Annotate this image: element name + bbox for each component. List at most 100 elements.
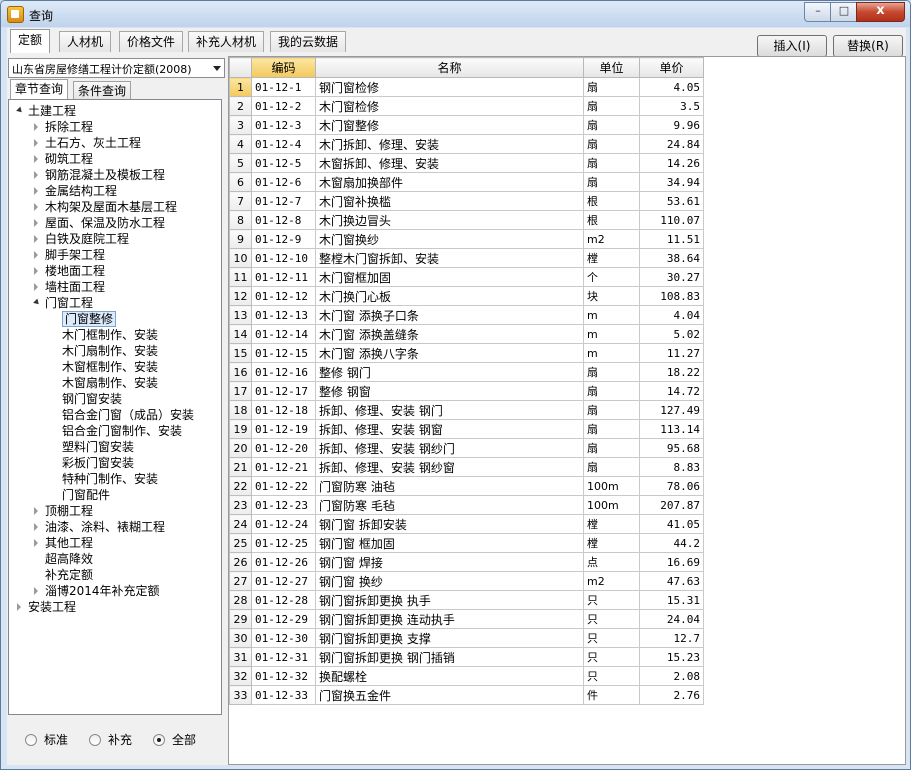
cell-name[interactable]: 木门窗检修	[315, 96, 584, 116]
tab-condition-query[interactable]: 条件查询	[73, 81, 132, 100]
cell-name[interactable]: 木门换门心板	[315, 286, 584, 306]
table-row[interactable]: 7 01-12-7 木门窗补换槛根 53.61	[229, 191, 704, 211]
cell-price[interactable]: 15.31	[639, 590, 704, 610]
cell-unit[interactable]: 只	[583, 590, 640, 610]
tree-item[interactable]: 彩板门窗安装	[51, 455, 134, 471]
row-index[interactable]: 21	[229, 457, 252, 477]
table-row[interactable]: 8 01-12-8 木门换边冒头根 110.07	[229, 210, 704, 230]
cell-price[interactable]: 78.06	[639, 476, 704, 496]
cell-code[interactable]: 01-12-2	[251, 96, 316, 116]
table-row[interactable]: 11 01-12-11 木门窗框加固个 30.27	[229, 267, 704, 287]
cell-price[interactable]: 3.5	[639, 96, 704, 116]
cell-unit[interactable]: 点	[583, 552, 640, 572]
expanded-arrow-icon[interactable]	[33, 298, 41, 307]
row-index[interactable]: 3	[229, 115, 252, 135]
cell-name[interactable]: 木门窗换纱	[315, 229, 584, 249]
tab-labor-material-machine[interactable]: 人材机	[59, 31, 112, 52]
tree-item[interactable]: 油漆、涂料、裱糊工程	[34, 519, 165, 535]
cell-code[interactable]: 01-12-8	[251, 210, 316, 230]
cell-name[interactable]: 拆卸、修理、安装 钢纱门	[315, 438, 584, 458]
table-row[interactable]: 23 01-12-23 门窗防寒 毛毡 100m 207.87	[229, 495, 704, 515]
cell-price[interactable]: 47.63	[639, 571, 704, 591]
row-index[interactable]: 33	[229, 685, 252, 705]
collapsed-arrow-icon[interactable]	[34, 235, 38, 243]
tree-item[interactable]: 钢门窗安装	[51, 391, 122, 407]
row-index[interactable]: 6	[229, 172, 252, 192]
tree-item[interactable]: 淄博2014年补充定额	[34, 583, 160, 599]
collapsed-arrow-icon[interactable]	[34, 283, 38, 291]
cell-code[interactable]: 01-12-33	[251, 685, 316, 705]
row-index[interactable]: 29	[229, 609, 252, 629]
row-index[interactable]: 9	[229, 229, 252, 249]
cell-unit[interactable]: 扇	[583, 438, 640, 458]
quota-library-select[interactable]: 山东省房屋修缮工程计价定额(2008)	[8, 58, 225, 78]
cell-name[interactable]: 整修 钢窗	[315, 381, 584, 401]
row-index[interactable]: 2	[229, 96, 252, 116]
tree-item[interactable]: 楼地面工程	[34, 263, 105, 279]
tree-item[interactable]: 拆除工程	[34, 119, 93, 135]
cell-code[interactable]: 01-12-32	[251, 666, 316, 686]
cell-unit[interactable]: 件	[583, 685, 640, 705]
cell-name[interactable]: 拆卸、修理、安装 钢纱窗	[315, 457, 584, 477]
cell-unit[interactable]: 只	[583, 628, 640, 648]
table-row[interactable]: 14 01-12-14 木门窗 添换盖缝条 m 5.02	[229, 324, 704, 344]
cell-unit[interactable]: m	[583, 324, 640, 344]
cell-unit[interactable]: 樘	[583, 533, 640, 553]
table-row[interactable]: 29 01-12-29 钢门窗拆卸更换 连动执手只 24.04	[229, 609, 704, 629]
cell-name[interactable]: 木门窗 添换子口条	[315, 305, 584, 325]
cell-price[interactable]: 2.08	[639, 666, 704, 686]
cell-price[interactable]: 24.04	[639, 609, 704, 629]
cell-name[interactable]: 木门换边冒头	[315, 210, 584, 230]
cell-code[interactable]: 01-12-3	[251, 115, 316, 135]
tree-item[interactable]: 土石方、灰土工程	[34, 135, 141, 151]
row-index[interactable]: 17	[229, 381, 252, 401]
insert-button[interactable]: 插入(I)	[757, 35, 827, 57]
cell-name[interactable]: 钢门窗 拆卸安装	[315, 514, 584, 534]
row-index[interactable]: 32	[229, 666, 252, 686]
cell-name[interactable]: 拆卸、修理、安装 钢窗	[315, 419, 584, 439]
table-row[interactable]: 15 01-12-15 木门窗 添换八字条 m 11.27	[229, 343, 704, 363]
tree-item[interactable]: 木构架及屋面木基层工程	[34, 199, 177, 215]
table-row[interactable]: 17 01-12-17 整修 钢窗扇 14.72	[229, 381, 704, 401]
cell-code[interactable]: 01-12-17	[251, 381, 316, 401]
cell-price[interactable]: 18.22	[639, 362, 704, 382]
cell-price[interactable]: 11.51	[639, 229, 704, 249]
cell-price[interactable]: 34.94	[639, 172, 704, 192]
row-index[interactable]: 22	[229, 476, 252, 496]
cell-name[interactable]: 钢门窗拆卸更换 连动执手	[315, 609, 584, 629]
collapsed-arrow-icon[interactable]	[34, 171, 38, 179]
cell-name[interactable]: 木窗扇加换部件	[315, 172, 584, 192]
maximize-button[interactable]: □	[830, 2, 858, 22]
cell-price[interactable]: 108.83	[639, 286, 704, 306]
tree-item[interactable]: 门窗工程	[33, 295, 93, 311]
cell-code[interactable]: 01-12-5	[251, 153, 316, 173]
cell-unit[interactable]: 扇	[583, 419, 640, 439]
collapsed-arrow-icon[interactable]	[34, 523, 38, 531]
cell-code[interactable]: 01-12-29	[251, 609, 316, 629]
cell-code[interactable]: 01-12-7	[251, 191, 316, 211]
cell-code[interactable]: 01-12-23	[251, 495, 316, 515]
cell-unit[interactable]: 100m	[583, 495, 640, 515]
cell-code[interactable]: 01-12-28	[251, 590, 316, 610]
cell-price[interactable]: 15.23	[639, 647, 704, 667]
replace-button[interactable]: 替换(R)	[833, 35, 903, 57]
cell-price[interactable]: 41.05	[639, 514, 704, 534]
table-row[interactable]: 1 01-12-1 钢门窗检修扇 4.05	[229, 77, 704, 97]
cell-unit[interactable]: m2	[583, 571, 640, 591]
tab-supplement-lmm[interactable]: 补充人材机	[188, 31, 265, 52]
cell-price[interactable]: 5.02	[639, 324, 704, 344]
collapsed-arrow-icon[interactable]	[34, 139, 38, 147]
cell-name[interactable]: 钢门窗检修	[315, 77, 584, 97]
cell-price[interactable]: 16.69	[639, 552, 704, 572]
table-row[interactable]: 3 01-12-3 木门窗整修扇 9.96	[229, 115, 704, 135]
table-row[interactable]: 21 01-12-21 拆卸、修理、安装 钢纱窗扇 8.83	[229, 457, 704, 477]
header-name[interactable]: 名称	[315, 57, 584, 78]
cell-name[interactable]: 门窗防寒 毛毡	[315, 495, 584, 515]
cell-name[interactable]: 门窗防寒 油毡	[315, 476, 584, 496]
cell-name[interactable]: 木门窗框加固	[315, 267, 584, 287]
cell-code[interactable]: 01-12-21	[251, 457, 316, 477]
cell-name[interactable]: 门窗换五金件	[315, 685, 584, 705]
cell-price[interactable]: 4.04	[639, 305, 704, 325]
cell-price[interactable]: 30.27	[639, 267, 704, 287]
table-row[interactable]: 22 01-12-22 门窗防寒 油毡 100m 78.06	[229, 476, 704, 496]
